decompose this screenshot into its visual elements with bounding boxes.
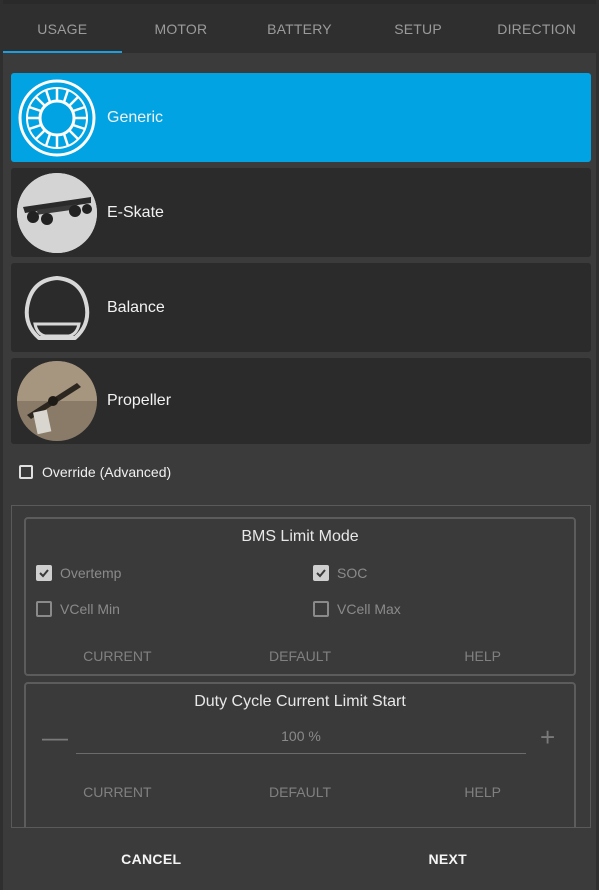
bms-group-title: BMS Limit Mode xyxy=(241,528,359,545)
tab-bar: USAGE MOTOR BATTERY SETUP DIRECTION xyxy=(3,4,596,53)
bms-current-button[interactable]: CURRENT xyxy=(26,648,209,664)
tab-setup[interactable]: SETUP xyxy=(359,4,478,53)
duty-group-title: Duty Cycle Current Limit Start xyxy=(194,693,406,710)
vcell-min-checkbox[interactable]: VCell Min xyxy=(36,601,120,617)
overtemp-checkbox[interactable]: Overtemp xyxy=(36,565,121,581)
vcell-max-checkbox[interactable]: VCell Max xyxy=(313,601,401,617)
checkmark-icon xyxy=(313,565,329,581)
vcell-max-label: VCell Max xyxy=(337,601,401,617)
duty-value-underline xyxy=(76,753,526,754)
increase-button[interactable]: + xyxy=(540,722,555,753)
propeller-photo xyxy=(17,361,97,441)
tab-battery[interactable]: BATTERY xyxy=(240,4,359,53)
bms-help-button[interactable]: HELP xyxy=(391,648,574,664)
bms-default-button[interactable]: DEFAULT xyxy=(209,648,392,664)
bms-limit-mode-group: BMS Limit Mode Overtemp SOC VCell Min VC… xyxy=(24,517,576,676)
overtemp-label: Overtemp xyxy=(60,565,122,581)
soc-label: SOC xyxy=(337,565,368,581)
duty-current-button[interactable]: CURRENT xyxy=(26,784,209,800)
tab-usage[interactable]: USAGE xyxy=(3,4,122,53)
cancel-button[interactable]: CANCEL xyxy=(3,832,300,886)
advanced-settings-panel[interactable]: BMS Limit Mode Overtemp SOC VCell Min VC… xyxy=(11,505,591,828)
usage-label-propeller: Propeller xyxy=(107,392,172,409)
balance-wheel-icon xyxy=(17,268,97,348)
bms-button-row: CURRENT DEFAULT HELP xyxy=(26,648,574,664)
usage-option-propeller[interactable]: Propeller xyxy=(11,358,591,444)
wizard-footer: CANCEL NEXT xyxy=(3,832,596,886)
soc-checkbox[interactable]: SOC xyxy=(313,565,367,581)
tab-direction[interactable]: DIRECTION xyxy=(477,4,596,53)
duty-button-row: CURRENT DEFAULT HELP xyxy=(26,784,574,800)
wheel-icon xyxy=(17,78,97,158)
override-checkbox-box[interactable] xyxy=(19,465,33,479)
usage-option-balance[interactable]: Balance xyxy=(11,263,591,352)
usage-label-balance: Balance xyxy=(107,298,165,316)
tab-motor[interactable]: MOTOR xyxy=(122,4,241,53)
usage-option-eskate[interactable]: E-Skate xyxy=(11,168,591,257)
window-left-edge xyxy=(0,0,3,890)
checkbox-empty-icon xyxy=(313,601,329,617)
usage-label-eskate: E-Skate xyxy=(107,203,164,221)
duty-cycle-limit-group: Duty Cycle Current Limit Start — 100 % +… xyxy=(24,682,576,827)
eskate-photo xyxy=(17,172,97,253)
vcell-min-label: VCell Min xyxy=(60,601,120,617)
checkmark-icon xyxy=(36,565,52,581)
duty-help-button[interactable]: HELP xyxy=(391,784,574,800)
decrease-button[interactable]: — xyxy=(42,722,68,753)
usage-label-generic: Generic xyxy=(107,108,164,126)
usage-option-generic[interactable]: Generic xyxy=(11,73,591,162)
duty-value-field[interactable]: 100 % xyxy=(76,728,526,744)
override-label: Override (Advanced) xyxy=(42,464,172,480)
checkbox-empty-icon xyxy=(36,601,52,617)
override-checkbox[interactable]: Override (Advanced) xyxy=(19,464,171,480)
next-button[interactable]: NEXT xyxy=(300,832,597,886)
duty-default-button[interactable]: DEFAULT xyxy=(209,784,392,800)
